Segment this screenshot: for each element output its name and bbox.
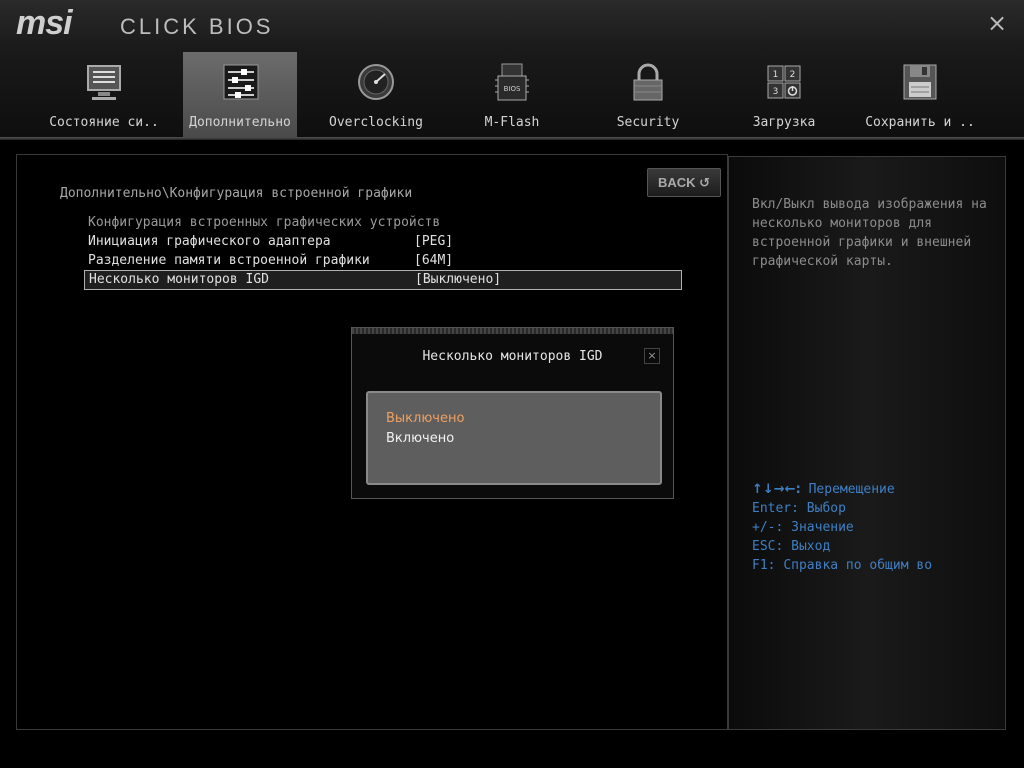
- back-button-label: BACK: [657, 175, 696, 190]
- tab-label: Загрузка: [752, 115, 816, 130]
- setting-name: Инициация графического адаптера: [88, 234, 331, 249]
- settings-sliders-icon: [223, 64, 259, 100]
- section-title-text: Конфигурация встроенных графических устр…: [88, 215, 441, 230]
- key-hint-help: F1: Справка по общим во: [752, 556, 932, 575]
- key-action: Выход: [791, 539, 831, 554]
- key-label: F1:: [752, 558, 776, 573]
- tab-system-status[interactable]: Состояние си..: [46, 52, 162, 138]
- tab-boot[interactable]: 1 2 3 Загрузка: [726, 52, 842, 138]
- setting-row-igd-multi-monitor[interactable]: Несколько мониторов IGD [Выключено]: [84, 270, 682, 290]
- breadcrumb: Дополнительно\Конфигурация встроенной гр…: [60, 186, 413, 201]
- tab-label: Security: [616, 115, 680, 130]
- tab-label: Дополнительно: [189, 115, 291, 130]
- key-hints: ↑↓→←: Перемещение Enter: Выбор +/-: Знач…: [752, 480, 932, 575]
- option-dialog: Несколько мониторов IGD × Выключено Вклю…: [351, 327, 674, 499]
- tab-save-exit[interactable]: Сохранить и ..: [862, 52, 978, 138]
- setting-name: Разделение памяти встроенной графики: [88, 253, 370, 268]
- key-label: ESC:: [752, 539, 784, 554]
- floppy-disk-icon: [903, 64, 937, 100]
- key-action: Перемещение: [808, 482, 895, 497]
- svg-text:BIOS: BIOS: [504, 85, 521, 93]
- key-label: ↑↓→←:: [752, 482, 801, 497]
- tab-overclocking[interactable]: Overclocking: [318, 52, 434, 138]
- click-bios-logo: CLICK BIOS: [120, 14, 274, 39]
- setting-name: Несколько мониторов IGD: [89, 272, 270, 287]
- top-header: msi CLICK BIOS × Состояние си.. Дополнит…: [0, 0, 1024, 140]
- tab-label: Состояние си..: [49, 115, 159, 130]
- bios-chip-icon: BIOS: [495, 63, 529, 101]
- tab-security[interactable]: Security: [590, 52, 706, 138]
- gauge-icon: [358, 64, 394, 100]
- tab-label: Сохранить и ..: [865, 115, 975, 130]
- back-button[interactable]: BACK ↺: [647, 168, 721, 197]
- tab-advanced[interactable]: Дополнительно: [183, 52, 297, 138]
- setting-value: [Выключено]: [415, 272, 502, 287]
- key-hint-value: +/-: Значение: [752, 518, 932, 537]
- tab-label: M-Flash: [484, 115, 540, 130]
- monitor-icon: [87, 65, 121, 100]
- section-title: Конфигурация встроенных графических устр…: [84, 214, 680, 232]
- dialog-title: Несколько мониторов IGD: [422, 349, 603, 364]
- svg-text:3: 3: [773, 87, 779, 97]
- key-hint-enter: Enter: Выбор: [752, 499, 932, 518]
- setting-value: [PEG]: [414, 234, 454, 249]
- msi-logo: msi: [16, 4, 73, 42]
- option-enabled[interactable]: Включено: [386, 431, 454, 446]
- dialog-option-list: Выключено Включено: [366, 391, 662, 485]
- setting-value: [64M]: [414, 253, 454, 268]
- lock-icon: [633, 63, 663, 101]
- tab-label: Overclocking: [329, 115, 423, 130]
- close-icon[interactable]: ×: [984, 10, 1010, 36]
- key-action: Справка по общим во: [783, 558, 933, 573]
- key-label: Enter:: [752, 501, 799, 516]
- help-description: Вкл/Выкл вывода изображения на несколько…: [752, 197, 987, 269]
- key-action: Значение: [791, 520, 854, 535]
- option-disabled[interactable]: Выключено: [386, 411, 464, 426]
- svg-text:1: 1: [773, 70, 779, 80]
- back-arrow-icon: ↺: [699, 176, 711, 191]
- dialog-close-icon[interactable]: ×: [644, 348, 660, 364]
- dialog-titlebar: [352, 328, 673, 334]
- tab-m-flash[interactable]: BIOS M-Flash: [454, 52, 570, 138]
- setting-row-memory-share[interactable]: Разделение памяти встроенной графики [64…: [84, 252, 680, 270]
- boot-order-icon: 1 2 3: [767, 65, 801, 99]
- setting-row-graphics-adapter[interactable]: Инициация графического адаптера [PEG]: [84, 233, 680, 251]
- key-label: +/-:: [752, 520, 784, 535]
- key-hint-escape: ESC: Выход: [752, 537, 932, 556]
- key-action: Выбор: [806, 501, 846, 516]
- key-hint-navigate: ↑↓→←: Перемещение: [752, 480, 932, 499]
- svg-text:2: 2: [790, 70, 796, 80]
